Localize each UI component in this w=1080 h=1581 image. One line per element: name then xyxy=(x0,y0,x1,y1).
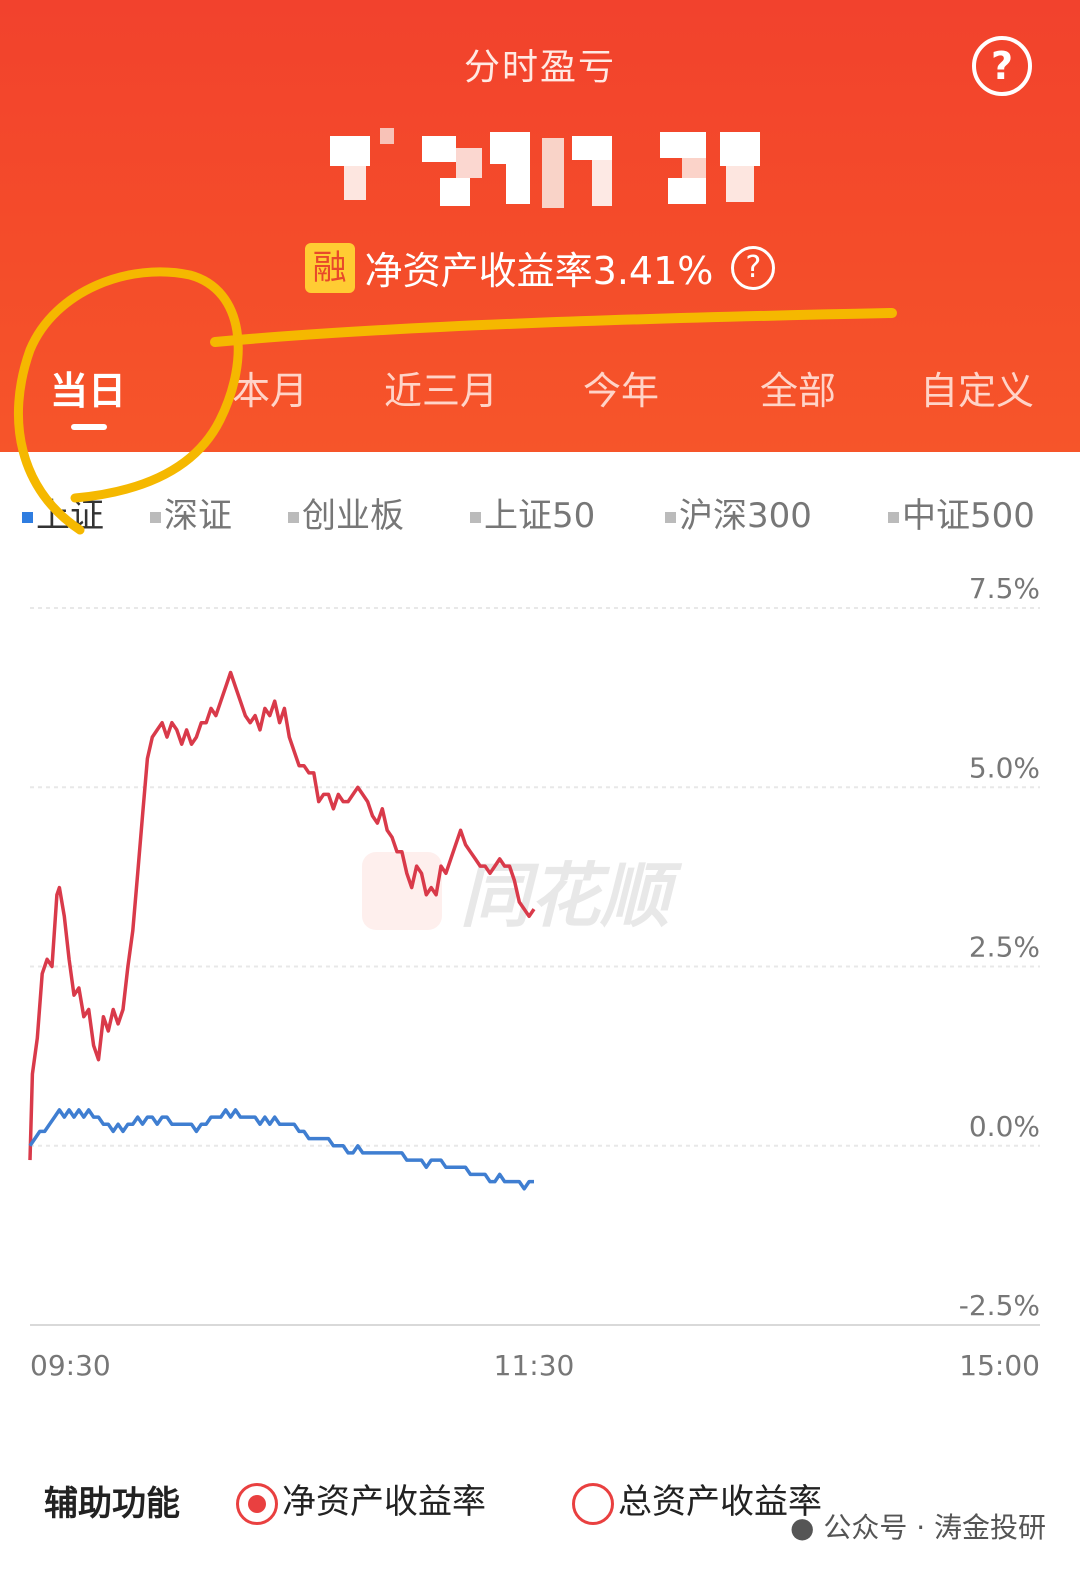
index-csi500[interactable]: 中证500 xyxy=(888,488,1035,537)
aux-label: 辅助功能 xyxy=(44,1484,180,1524)
index-label: 中证500 xyxy=(902,496,1035,536)
index-szse[interactable]: 深证 xyxy=(150,488,232,537)
option-net-roe[interactable]: 净资产收益率 xyxy=(236,1474,486,1525)
header-panel: 分时盈亏 ? 融净资产收益率3.41%? 当日 本月 近三月 今年 全部 自定义 xyxy=(0,0,1080,452)
legend-square-icon xyxy=(22,512,33,523)
chart-series xyxy=(28,670,536,1191)
radio-unchecked-icon[interactable] xyxy=(572,1482,614,1525)
index-return-line xyxy=(28,1108,534,1191)
masked-amount xyxy=(330,128,770,210)
active-tab-indicator xyxy=(71,424,107,430)
radio-checked-icon[interactable] xyxy=(236,1482,278,1525)
tab-this-month[interactable]: 本月 xyxy=(232,360,308,415)
tab-today[interactable]: 当日 xyxy=(50,360,126,415)
roe-summary: 融净资产收益率3.41%? xyxy=(0,240,1080,295)
tab-custom[interactable]: 自定义 xyxy=(920,360,1034,415)
index-chinext[interactable]: 创业板 xyxy=(288,488,404,537)
watermark-text: 公众号 · 涛金投研 xyxy=(823,1511,1047,1544)
x-axis-ticks: 09:30 11:30 15:00 xyxy=(30,1349,1040,1382)
legend-square-icon xyxy=(150,512,161,523)
margin-badge: 融 xyxy=(304,242,355,293)
y-tick-label: -2.5% xyxy=(959,1289,1040,1322)
index-sse50[interactable]: 上证50 xyxy=(470,488,595,537)
help-icon[interactable]: ? xyxy=(972,36,1032,96)
x-tick-label: 11:30 xyxy=(494,1349,575,1382)
legend-square-icon xyxy=(888,512,899,523)
index-label: 上证50 xyxy=(484,496,596,536)
roe-help-icon[interactable]: ? xyxy=(731,245,776,290)
account-return-line xyxy=(28,670,536,1161)
index-label: 创业板 xyxy=(302,496,404,536)
y-tick-label: 2.5% xyxy=(969,931,1040,964)
x-tick-label: 09:30 xyxy=(30,1349,111,1382)
index-csi300[interactable]: 沪深300 xyxy=(665,488,812,537)
y-tick-label: 7.5% xyxy=(969,572,1040,605)
aux-function-bar: 辅助功能 净资产收益率 总资产收益率 ● 公众号 · 涛金投研 xyxy=(0,1470,1080,1544)
tab-three-months[interactable]: 近三月 xyxy=(384,360,498,415)
chart-grid xyxy=(30,607,1040,1326)
index-label: 深证 xyxy=(164,496,232,536)
page-title: 分时盈亏 xyxy=(463,47,616,88)
y-tick-label: 0.0% xyxy=(969,1110,1040,1143)
index-label: 沪深300 xyxy=(679,496,812,536)
intraday-pnl-chart: 同花顺 7.5% 5.0% 2.5% 0.0% -2.5% 09:30 11:30 15:0… xyxy=(28,572,1040,1382)
tab-all[interactable]: 全部 xyxy=(760,360,836,415)
brand-watermark: 同花顺 xyxy=(362,852,683,937)
index-label: 上证 xyxy=(36,496,104,536)
index-sse[interactable]: 上证 xyxy=(22,488,104,537)
index-selector: 上证 深证 创业板 上证50 沪深300 中证500 xyxy=(0,488,1080,538)
legend-square-icon xyxy=(665,512,676,523)
legend-square-icon xyxy=(470,512,481,523)
y-axis-ticks: 7.5% 5.0% 2.5% 0.0% -2.5% xyxy=(959,572,1040,1322)
source-watermark: ● 公众号 · 涛金投研 xyxy=(790,1506,1046,1546)
roe-value: 净资产收益率3.41% xyxy=(364,249,714,293)
option-label: 净资产收益率 xyxy=(282,1482,486,1522)
period-tabs: 当日 本月 近三月 今年 全部 自定义 xyxy=(0,360,1080,430)
option-total-roa[interactable]: 总资产收益率 xyxy=(572,1474,822,1525)
legend-square-icon xyxy=(288,512,299,523)
wechat-icon: ● xyxy=(790,1511,815,1544)
tab-this-year[interactable]: 今年 xyxy=(583,360,659,415)
y-tick-label: 5.0% xyxy=(969,751,1040,784)
x-tick-label: 15:00 xyxy=(959,1349,1040,1382)
